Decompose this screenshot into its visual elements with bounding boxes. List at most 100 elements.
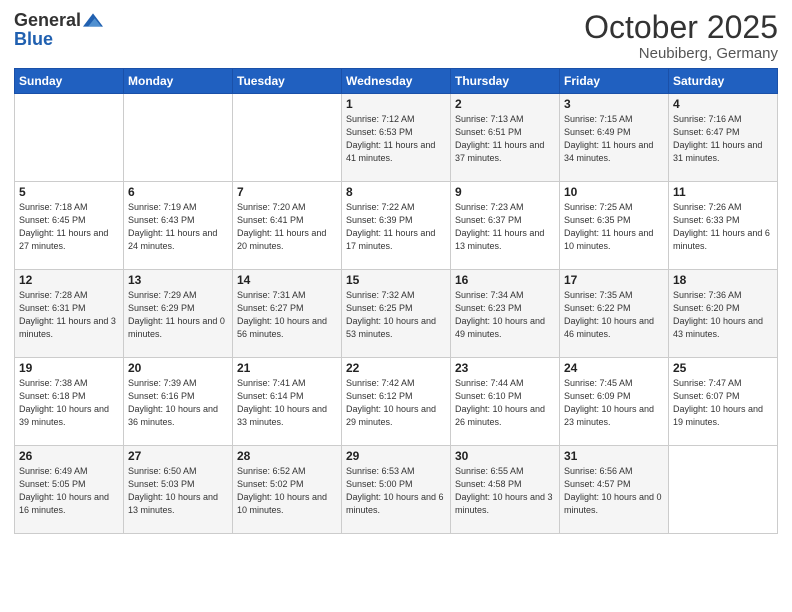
calendar-cell: 9 Sunrise: 7:23 AMSunset: 6:37 PMDayligh… xyxy=(451,182,560,270)
calendar-cell: 3 Sunrise: 7:15 AMSunset: 6:49 PMDayligh… xyxy=(560,94,669,182)
calendar-cell: 7 Sunrise: 7:20 AMSunset: 6:41 PMDayligh… xyxy=(233,182,342,270)
day-info: Sunrise: 6:52 AMSunset: 5:02 PMDaylight:… xyxy=(237,465,337,517)
logo: General Blue xyxy=(14,10,103,50)
day-number: 23 xyxy=(455,361,555,375)
logo-block: General Blue xyxy=(14,10,103,50)
calendar-cell: 29 Sunrise: 6:53 AMSunset: 5:00 PMDaylig… xyxy=(342,446,451,534)
day-number: 26 xyxy=(19,449,119,463)
day-info: Sunrise: 7:35 AMSunset: 6:22 PMDaylight:… xyxy=(564,289,664,341)
calendar-cell xyxy=(233,94,342,182)
day-number: 1 xyxy=(346,97,446,111)
calendar-cell: 31 Sunrise: 6:56 AMSunset: 4:57 PMDaylig… xyxy=(560,446,669,534)
calendar-week-0: 1 Sunrise: 7:12 AMSunset: 6:53 PMDayligh… xyxy=(15,94,778,182)
day-number: 27 xyxy=(128,449,228,463)
calendar-week-1: 5 Sunrise: 7:18 AMSunset: 6:45 PMDayligh… xyxy=(15,182,778,270)
day-info: Sunrise: 7:31 AMSunset: 6:27 PMDaylight:… xyxy=(237,289,337,341)
logo-general: General xyxy=(14,11,81,29)
day-number: 4 xyxy=(673,97,773,111)
calendar-cell: 13 Sunrise: 7:29 AMSunset: 6:29 PMDaylig… xyxy=(124,270,233,358)
day-number: 28 xyxy=(237,449,337,463)
day-info: Sunrise: 7:44 AMSunset: 6:10 PMDaylight:… xyxy=(455,377,555,429)
day-number: 22 xyxy=(346,361,446,375)
calendar-cell: 5 Sunrise: 7:18 AMSunset: 6:45 PMDayligh… xyxy=(15,182,124,270)
day-info: Sunrise: 6:55 AMSunset: 4:58 PMDaylight:… xyxy=(455,465,555,517)
day-info: Sunrise: 7:15 AMSunset: 6:49 PMDaylight:… xyxy=(564,113,664,165)
day-number: 8 xyxy=(346,185,446,199)
day-number: 16 xyxy=(455,273,555,287)
calendar-cell: 21 Sunrise: 7:41 AMSunset: 6:14 PMDaylig… xyxy=(233,358,342,446)
day-number: 25 xyxy=(673,361,773,375)
day-info: Sunrise: 7:41 AMSunset: 6:14 PMDaylight:… xyxy=(237,377,337,429)
day-number: 19 xyxy=(19,361,119,375)
day-number: 31 xyxy=(564,449,664,463)
calendar-cell: 2 Sunrise: 7:13 AMSunset: 6:51 PMDayligh… xyxy=(451,94,560,182)
day-info: Sunrise: 7:32 AMSunset: 6:25 PMDaylight:… xyxy=(346,289,446,341)
day-number: 14 xyxy=(237,273,337,287)
day-info: Sunrise: 6:49 AMSunset: 5:05 PMDaylight:… xyxy=(19,465,119,517)
header-thursday: Thursday xyxy=(451,69,560,94)
logo-icon xyxy=(83,10,103,30)
day-number: 3 xyxy=(564,97,664,111)
calendar-cell: 4 Sunrise: 7:16 AMSunset: 6:47 PMDayligh… xyxy=(669,94,778,182)
logo-blue: Blue xyxy=(14,29,53,49)
calendar-cell: 26 Sunrise: 6:49 AMSunset: 5:05 PMDaylig… xyxy=(15,446,124,534)
day-info: Sunrise: 7:28 AMSunset: 6:31 PMDaylight:… xyxy=(19,289,119,341)
day-number: 13 xyxy=(128,273,228,287)
day-number: 12 xyxy=(19,273,119,287)
title-month: October 2025 xyxy=(584,10,778,45)
calendar-week-3: 19 Sunrise: 7:38 AMSunset: 6:18 PMDaylig… xyxy=(15,358,778,446)
calendar-cell: 28 Sunrise: 6:52 AMSunset: 5:02 PMDaylig… xyxy=(233,446,342,534)
calendar-cell: 14 Sunrise: 7:31 AMSunset: 6:27 PMDaylig… xyxy=(233,270,342,358)
header: General Blue October 2025 Neubiberg, Ger… xyxy=(14,10,778,62)
day-info: Sunrise: 7:39 AMSunset: 6:16 PMDaylight:… xyxy=(128,377,228,429)
header-wednesday: Wednesday xyxy=(342,69,451,94)
calendar-cell: 1 Sunrise: 7:12 AMSunset: 6:53 PMDayligh… xyxy=(342,94,451,182)
day-info: Sunrise: 7:18 AMSunset: 6:45 PMDaylight:… xyxy=(19,201,119,253)
day-number: 11 xyxy=(673,185,773,199)
day-info: Sunrise: 7:22 AMSunset: 6:39 PMDaylight:… xyxy=(346,201,446,253)
header-tuesday: Tuesday xyxy=(233,69,342,94)
day-info: Sunrise: 7:36 AMSunset: 6:20 PMDaylight:… xyxy=(673,289,773,341)
calendar-cell xyxy=(15,94,124,182)
calendar-cell: 17 Sunrise: 7:35 AMSunset: 6:22 PMDaylig… xyxy=(560,270,669,358)
day-number: 9 xyxy=(455,185,555,199)
day-number: 15 xyxy=(346,273,446,287)
title-location: Neubiberg, Germany xyxy=(584,45,778,62)
calendar-cell: 8 Sunrise: 7:22 AMSunset: 6:39 PMDayligh… xyxy=(342,182,451,270)
day-info: Sunrise: 7:42 AMSunset: 6:12 PMDaylight:… xyxy=(346,377,446,429)
day-number: 17 xyxy=(564,273,664,287)
calendar-cell: 30 Sunrise: 6:55 AMSunset: 4:58 PMDaylig… xyxy=(451,446,560,534)
day-number: 24 xyxy=(564,361,664,375)
day-number: 2 xyxy=(455,97,555,111)
day-info: Sunrise: 7:25 AMSunset: 6:35 PMDaylight:… xyxy=(564,201,664,253)
day-info: Sunrise: 7:13 AMSunset: 6:51 PMDaylight:… xyxy=(455,113,555,165)
calendar-cell: 11 Sunrise: 7:26 AMSunset: 6:33 PMDaylig… xyxy=(669,182,778,270)
calendar: Sunday Monday Tuesday Wednesday Thursday… xyxy=(14,68,778,534)
calendar-cell: 16 Sunrise: 7:34 AMSunset: 6:23 PMDaylig… xyxy=(451,270,560,358)
calendar-week-4: 26 Sunrise: 6:49 AMSunset: 5:05 PMDaylig… xyxy=(15,446,778,534)
day-number: 6 xyxy=(128,185,228,199)
page: General Blue October 2025 Neubiberg, Ger… xyxy=(0,0,792,612)
calendar-cell: 18 Sunrise: 7:36 AMSunset: 6:20 PMDaylig… xyxy=(669,270,778,358)
calendar-cell: 23 Sunrise: 7:44 AMSunset: 6:10 PMDaylig… xyxy=(451,358,560,446)
day-info: Sunrise: 7:19 AMSunset: 6:43 PMDaylight:… xyxy=(128,201,228,253)
day-info: Sunrise: 6:53 AMSunset: 5:00 PMDaylight:… xyxy=(346,465,446,517)
day-number: 20 xyxy=(128,361,228,375)
day-info: Sunrise: 7:29 AMSunset: 6:29 PMDaylight:… xyxy=(128,289,228,341)
day-number: 29 xyxy=(346,449,446,463)
calendar-cell: 27 Sunrise: 6:50 AMSunset: 5:03 PMDaylig… xyxy=(124,446,233,534)
calendar-cell: 15 Sunrise: 7:32 AMSunset: 6:25 PMDaylig… xyxy=(342,270,451,358)
day-number: 10 xyxy=(564,185,664,199)
calendar-cell: 24 Sunrise: 7:45 AMSunset: 6:09 PMDaylig… xyxy=(560,358,669,446)
title-block: October 2025 Neubiberg, Germany xyxy=(584,10,778,62)
day-info: Sunrise: 7:23 AMSunset: 6:37 PMDaylight:… xyxy=(455,201,555,253)
day-number: 5 xyxy=(19,185,119,199)
calendar-cell: 10 Sunrise: 7:25 AMSunset: 6:35 PMDaylig… xyxy=(560,182,669,270)
calendar-cell: 19 Sunrise: 7:38 AMSunset: 6:18 PMDaylig… xyxy=(15,358,124,446)
calendar-header-row: Sunday Monday Tuesday Wednesday Thursday… xyxy=(15,69,778,94)
calendar-cell: 6 Sunrise: 7:19 AMSunset: 6:43 PMDayligh… xyxy=(124,182,233,270)
day-number: 21 xyxy=(237,361,337,375)
day-info: Sunrise: 7:26 AMSunset: 6:33 PMDaylight:… xyxy=(673,201,773,253)
header-saturday: Saturday xyxy=(669,69,778,94)
calendar-cell xyxy=(669,446,778,534)
